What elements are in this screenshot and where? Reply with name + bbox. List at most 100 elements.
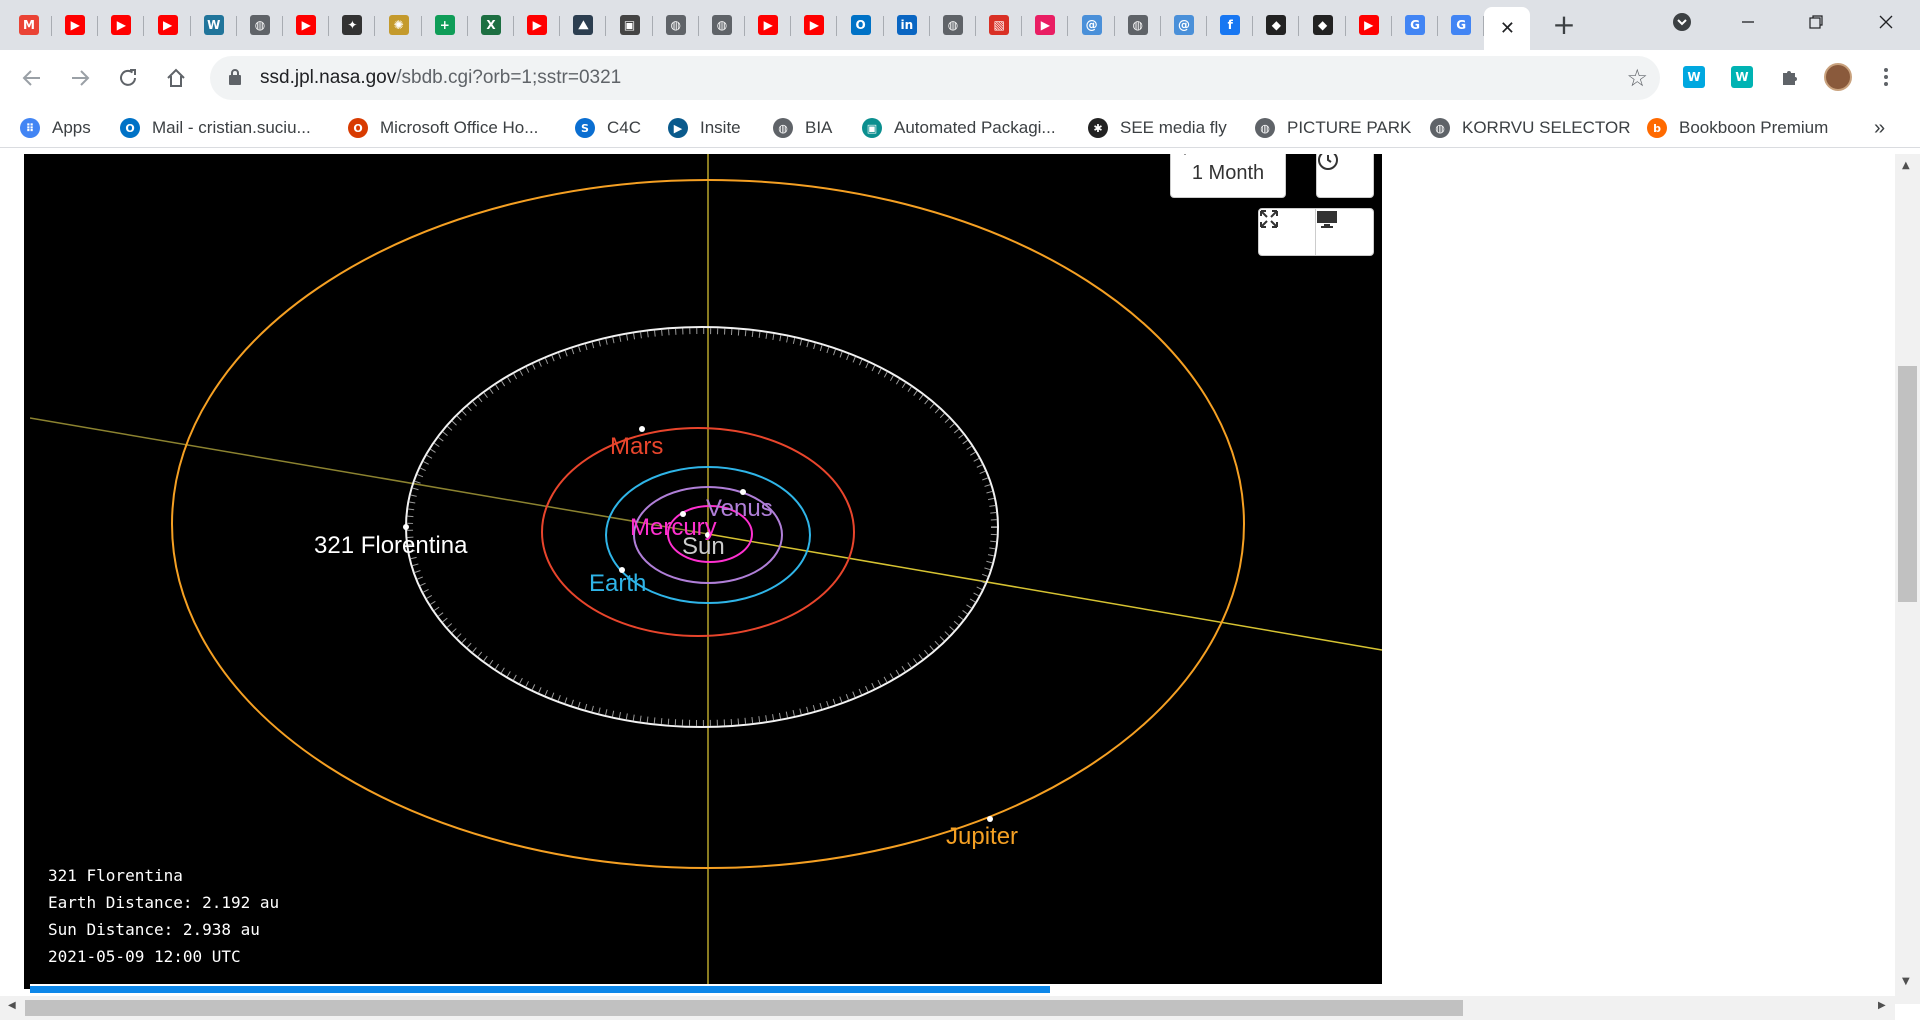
browser-tab[interactable]: ✺ bbox=[376, 7, 422, 43]
horizontal-scroll-thumb[interactable] bbox=[25, 1000, 1463, 1016]
caret-down-icon bbox=[1184, 154, 1186, 155]
globe-icon: ◍ bbox=[665, 15, 686, 35]
forward-button[interactable] bbox=[62, 60, 98, 96]
browser-tab[interactable]: ◍ bbox=[699, 7, 745, 43]
browser-tab[interactable]: ▶ bbox=[1022, 7, 1069, 43]
mars-marker[interactable] bbox=[639, 426, 645, 432]
back-button[interactable] bbox=[14, 60, 50, 96]
fullscreen-button[interactable] bbox=[1258, 208, 1316, 256]
chevron-down-icon bbox=[1673, 13, 1691, 31]
active-tab[interactable]: ✕ bbox=[1484, 7, 1531, 50]
time-step-dropdown[interactable]: 1 Month bbox=[1170, 154, 1286, 198]
browser-tab[interactable]: G bbox=[1392, 7, 1438, 43]
browser-tab[interactable]: ▶ bbox=[145, 7, 191, 43]
browser-tab[interactable]: ◍ bbox=[653, 7, 699, 43]
bookmark-item[interactable]: ▶ Insite bbox=[668, 116, 741, 140]
browser-tab[interactable]: ◆ bbox=[1253, 7, 1300, 43]
loading-progress-bar bbox=[30, 986, 1050, 993]
browser-tab[interactable]: ▶ bbox=[1346, 7, 1392, 43]
bookmark-label: SEE media fly bbox=[1120, 118, 1227, 137]
horizontal-scrollbar[interactable]: ◀ ▶ bbox=[0, 996, 1895, 1020]
new-tab-button[interactable]: + bbox=[1548, 8, 1580, 41]
orbit-diagram[interactable]: 321 Florentina Mars Venus Mercury Sun Ea… bbox=[30, 154, 1382, 984]
bookmark-item[interactable]: O Microsoft Office Ho... bbox=[348, 116, 538, 140]
menu-button[interactable] bbox=[1872, 63, 1900, 91]
toolbar: ssd.jpl.nasa.gov/sbdb.cgi?orb=1;sstr=032… bbox=[0, 50, 1920, 106]
browser-tab[interactable]: O bbox=[838, 7, 884, 43]
bookmark-label: C4C bbox=[607, 118, 642, 137]
bookmark-item[interactable]: ◍ KORRVU SELECTOR bbox=[1430, 116, 1630, 140]
extension-w-button[interactable]: W bbox=[1680, 63, 1708, 91]
browser-tab[interactable]: + bbox=[422, 7, 468, 43]
jupiter-marker[interactable] bbox=[987, 816, 993, 822]
display-settings-button[interactable] bbox=[1315, 208, 1374, 256]
browser-tab[interactable]: ▶ bbox=[791, 7, 838, 43]
page-content: 321 Florentina Mars Venus Mercury Sun Ea… bbox=[0, 154, 1920, 1020]
browser-tab[interactable]: ◍ bbox=[237, 7, 283, 43]
browser-tab[interactable]: G bbox=[1438, 7, 1485, 43]
browser-tab[interactable]: @ bbox=[1069, 7, 1115, 43]
home-button[interactable] bbox=[158, 60, 194, 96]
tab-search-button[interactable] bbox=[1652, 0, 1712, 44]
extension-w2-button[interactable]: W bbox=[1728, 63, 1756, 91]
scroll-up-arrow-icon[interactable]: ▲ bbox=[1902, 160, 1910, 171]
youtube-icon: ▶ bbox=[111, 15, 132, 35]
bookmark-item[interactable]: ◍ PICTURE PARK bbox=[1255, 116, 1411, 140]
google-icon: G bbox=[1451, 15, 1472, 35]
vertical-scroll-thumb[interactable] bbox=[1898, 366, 1917, 602]
address-bar[interactable]: ssd.jpl.nasa.gov/sbdb.cgi?orb=1;sstr=032… bbox=[210, 56, 1660, 100]
asteroid-marker[interactable] bbox=[403, 524, 409, 530]
browser-tab[interactable]: ✦ bbox=[329, 7, 376, 43]
info-sun-distance: Sun Distance: 2.938 au bbox=[48, 920, 260, 939]
browser-tab[interactable]: ◍ bbox=[930, 7, 976, 43]
bookmark-item[interactable]: ⠿ Apps bbox=[20, 116, 91, 140]
bookmarks-overflow-button[interactable]: » bbox=[1874, 116, 1885, 140]
object-info-panel: 321 Florentina Earth Distance: 2.192 au … bbox=[48, 862, 279, 970]
browser-tab[interactable]: ▶ bbox=[98, 7, 145, 43]
youtube-icon: ▶ bbox=[296, 15, 317, 35]
bookmark-item[interactable]: ✱ SEE media fly bbox=[1088, 116, 1227, 140]
scroll-left-arrow-icon[interactable]: ◀ bbox=[8, 1000, 16, 1011]
browser-tab[interactable]: ▶ bbox=[52, 7, 99, 43]
browser-tab[interactable]: ◆ bbox=[1300, 7, 1346, 43]
browser-tab[interactable]: f bbox=[1207, 7, 1254, 43]
bookmark-item[interactable]: b Bookboon Premium bbox=[1647, 116, 1828, 140]
extensions-button[interactable] bbox=[1776, 63, 1804, 91]
browser-tab[interactable]: X bbox=[468, 7, 514, 43]
globe-icon: ◍ bbox=[250, 15, 270, 35]
url-text[interactable]: ssd.jpl.nasa.gov/sbdb.cgi?orb=1;sstr=032… bbox=[260, 67, 621, 89]
tab-strip: + M ▶ ▶ ▶ W ◍ ▶ ✦ ✺ + X ▶ ⛰ ▣ ◍ ◍ ▶ ▶ Oin ◍ ▧ ▶ @ ◍ @ f ◆ ◆ ▶ G G ✕ bbox=[0, 0, 1920, 50]
reload-button[interactable] bbox=[110, 60, 146, 96]
browser-tab[interactable]: @ bbox=[1161, 7, 1207, 43]
close-tab-icon[interactable]: ✕ bbox=[1500, 18, 1515, 39]
more-vert-icon bbox=[1884, 68, 1888, 86]
scroll-down-arrow-icon[interactable]: ▼ bbox=[1902, 976, 1910, 987]
restore-button[interactable] bbox=[1786, 0, 1846, 44]
sheets-icon: + bbox=[434, 15, 455, 35]
close-window-button[interactable] bbox=[1856, 0, 1916, 44]
browser-tab[interactable]: in bbox=[884, 7, 930, 43]
browser-tab[interactable]: W bbox=[191, 7, 237, 43]
lock-icon bbox=[229, 69, 241, 85]
browser-tab[interactable]: ▧ bbox=[976, 7, 1023, 43]
time-control-button[interactable] bbox=[1316, 154, 1374, 198]
youtube-icon: ▶ bbox=[804, 15, 825, 35]
browser-tab[interactable]: ⛰ bbox=[560, 7, 607, 43]
browser-tab[interactable]: ▣ bbox=[607, 7, 653, 43]
scroll-right-arrow-icon[interactable]: ▶ bbox=[1878, 1000, 1886, 1011]
vertical-scrollbar[interactable]: ▲ ▼ bbox=[1895, 154, 1920, 1004]
orbit-viewer[interactable]: 321 Florentina Mars Venus Mercury Sun Ea… bbox=[30, 154, 1382, 984]
browser-tab[interactable]: ▶ bbox=[514, 7, 561, 43]
bookmark-item[interactable]: ▣ Automated Packagi... bbox=[862, 116, 1056, 140]
browser-tab[interactable]: ▶ bbox=[283, 7, 330, 43]
browser-tab[interactable]: ◍ bbox=[1115, 7, 1161, 43]
bookmark-item[interactable]: S C4C bbox=[575, 116, 641, 140]
browser-tab[interactable]: M bbox=[6, 7, 52, 43]
bookmark-item[interactable]: O Mail - cristian.suciu... bbox=[120, 116, 311, 140]
minimize-button[interactable] bbox=[1718, 0, 1778, 44]
insite-icon: ▶ bbox=[668, 118, 688, 138]
browser-tab[interactable]: ▶ bbox=[745, 7, 792, 43]
profile-button[interactable] bbox=[1824, 63, 1852, 91]
bookmark-star-icon[interactable]: ☆ bbox=[1626, 64, 1648, 92]
bookmark-item[interactable]: ◍ BIA bbox=[773, 116, 832, 140]
